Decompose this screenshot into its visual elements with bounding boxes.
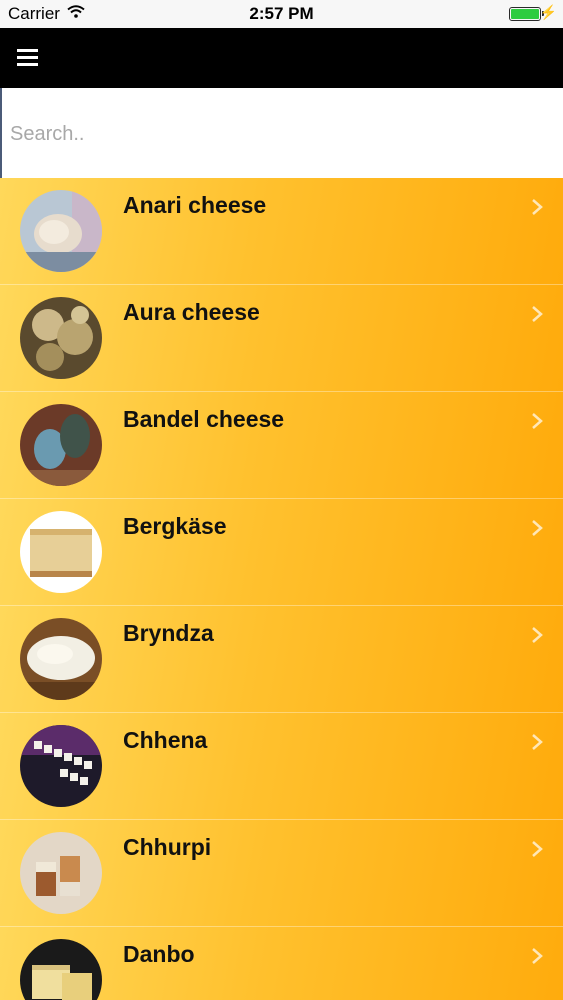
cheese-list: Anari cheese Aura cheese Bandel cheese B… (0, 178, 563, 1000)
battery-icon (509, 7, 544, 21)
chevron-right-icon (532, 199, 543, 215)
hamburger-menu-icon[interactable] (17, 49, 38, 66)
list-item[interactable]: Bandel cheese (0, 392, 563, 499)
cheese-thumbnail (20, 190, 102, 272)
chevron-right-icon (532, 841, 543, 857)
cheese-thumbnail (20, 297, 102, 379)
cheese-name: Chhena (123, 727, 208, 753)
cheese-name: Bandel cheese (123, 406, 285, 432)
nav-bar (0, 28, 563, 88)
list-item[interactable]: Chhena (0, 713, 563, 820)
list-item[interactable]: Bryndza (0, 606, 563, 713)
status-time: 2:57 PM (249, 4, 314, 23)
cheese-thumbnail (20, 939, 102, 1000)
chevron-right-icon (532, 306, 543, 322)
status-bar: Carrier 2:57 PM ⚡ (0, 0, 563, 28)
search-bar (0, 88, 563, 180)
list-item[interactable]: Chhurpi (0, 820, 563, 927)
charging-icon: ⚡ (539, 4, 557, 20)
chevron-right-icon (532, 413, 543, 429)
cheese-thumbnail (20, 725, 102, 807)
cheese-thumbnail (20, 832, 102, 914)
cheese-thumbnail (20, 511, 102, 593)
search-input[interactable] (8, 88, 552, 180)
cheese-thumbnail (20, 618, 102, 700)
list-item[interactable]: Anari cheese (0, 178, 563, 285)
chevron-right-icon (532, 520, 543, 536)
chevron-right-icon (532, 734, 543, 750)
cheese-name: Bergkäse (123, 513, 227, 539)
cheese-name: Aura cheese (123, 299, 260, 325)
cheese-name: Anari cheese (123, 192, 267, 218)
chevron-right-icon (532, 627, 543, 643)
list-item[interactable]: Bergkäse (0, 499, 563, 606)
list-item[interactable]: Aura cheese (0, 285, 563, 392)
cheese-name: Danbo (123, 941, 195, 967)
cheese-name: Chhurpi (123, 834, 212, 860)
cheese-thumbnail (20, 404, 102, 486)
cheese-name: Bryndza (123, 620, 214, 646)
chevron-right-icon (532, 948, 543, 964)
list-item[interactable]: Danbo (0, 927, 563, 1000)
